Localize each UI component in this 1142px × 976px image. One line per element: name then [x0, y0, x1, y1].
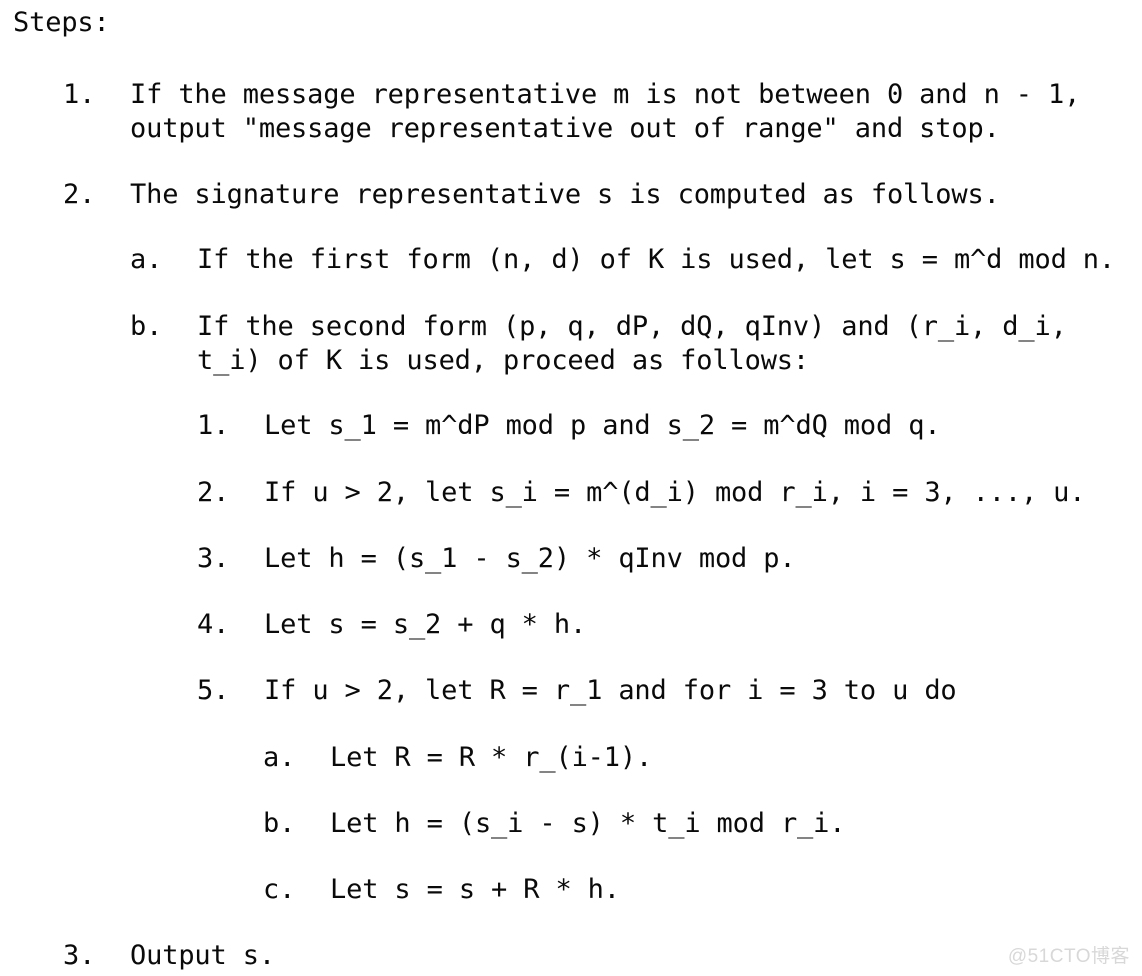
- step-text: Let h = (s_1 - s_2) * qInv mod p.: [264, 542, 796, 576]
- step-text: Let R = R * r_(i-1).: [330, 741, 652, 775]
- step-marker: 5.: [197, 675, 230, 706]
- step-item: a. Let R = R * r_(i-1).: [263, 741, 652, 775]
- step-text-line: Let h = (s_i - s) * t_i mod r_i.: [330, 808, 846, 839]
- step-marker: 3.: [197, 543, 230, 574]
- step-marker: 1.: [63, 79, 96, 110]
- step-item: 4. Let s = s_2 + q * h.: [197, 608, 586, 642]
- step-marker: 3.: [63, 940, 96, 971]
- document-page: Steps: 1. If the message representative m…: [0, 0, 1142, 976]
- step-marker: 4.: [197, 609, 230, 640]
- step-text: Let s = s + R * h.: [330, 873, 620, 907]
- step-text: If u > 2, let R = r_1 and for i = 3 to u…: [264, 674, 957, 708]
- step-text: Let s_1 = m^dP mod p and s_2 = m^dQ mod …: [264, 409, 941, 443]
- step-text-line: Let R = R * r_(i-1).: [330, 742, 653, 773]
- step-marker: 1.: [197, 410, 230, 441]
- step-text-line: If the second form (p, q, dP, dQ, qInv) …: [197, 311, 1067, 342]
- step-text-line: The signature representative s is comput…: [130, 179, 1000, 210]
- watermark: @51CTO博客: [1007, 946, 1130, 967]
- step-text: Let s = s_2 + q * h.: [264, 608, 586, 642]
- step-text: The signature representative s is comput…: [130, 178, 1000, 212]
- step-text-line: If u > 2, let s_i = m^(d_i) mod r_i, i =…: [264, 477, 1086, 508]
- step-item: 1. If the message representative m is not…: [63, 78, 1080, 146]
- step-item: a. If the first form (n, d) of K is used,…: [130, 243, 1115, 277]
- step-text: Output s.: [130, 939, 275, 973]
- step-item: b. If the second form (p, q, dP, dQ, qInv…: [130, 310, 1067, 378]
- step-text-line: Let s = s_2 + q * h.: [264, 609, 587, 640]
- page-title: Steps:: [13, 7, 110, 38]
- step-item: 3. Output s.: [63, 939, 275, 973]
- step-item: 3. Let h = (s_1 - s_2) * qInv mod p.: [197, 542, 796, 576]
- step-text-line: If the first form (n, d) of K is used, l…: [197, 244, 1116, 275]
- step-marker: c.: [263, 874, 296, 905]
- step-marker: a.: [263, 742, 296, 773]
- step-text: Let h = (s_i - s) * t_i mod r_i.: [330, 807, 846, 841]
- step-text-line: output "message representative out of ra…: [130, 113, 1000, 144]
- step-marker: 2.: [63, 179, 96, 210]
- step-item: 5. If u > 2, let R = r_1 and for i = 3 to…: [197, 674, 957, 708]
- step-text: If u > 2, let s_i = m^(d_i) mod r_i, i =…: [264, 476, 1086, 510]
- step-text-line: Let h = (s_1 - s_2) * qInv mod p.: [264, 543, 796, 574]
- step-text-line: If the message representative m is not b…: [130, 79, 1081, 110]
- step-text: If the second form (p, q, dP, dQ, qInv) …: [197, 310, 1067, 378]
- step-item: b. Let h = (s_i - s) * t_i mod r_i.: [263, 807, 846, 841]
- step-item: 1. Let s_1 = m^dP mod p and s_2 = m^dQ mo…: [197, 409, 941, 443]
- step-text-line: If u > 2, let R = r_1 and for i = 3 to u…: [264, 675, 957, 706]
- step-text-line: Let s = s + R * h.: [330, 874, 620, 905]
- step-item: 2. The signature representative s is comp…: [63, 178, 1000, 212]
- step-text-line: Let s_1 = m^dP mod p and s_2 = m^dQ mod …: [264, 410, 941, 441]
- step-marker: a.: [130, 244, 163, 275]
- step-text: If the message representative m is not b…: [130, 78, 1080, 146]
- step-item: 2. If u > 2, let s_i = m^(d_i) mod r_i, i…: [197, 476, 1086, 510]
- step-marker: 2.: [197, 477, 230, 508]
- step-text: If the first form (n, d) of K is used, l…: [197, 243, 1115, 277]
- step-text-line: t_i) of K is used, proceed as follows:: [197, 345, 810, 376]
- step-item: c. Let s = s + R * h.: [263, 873, 620, 907]
- step-marker: b.: [263, 808, 296, 839]
- step-text-line: Output s.: [130, 940, 275, 971]
- step-marker: b.: [130, 311, 163, 342]
